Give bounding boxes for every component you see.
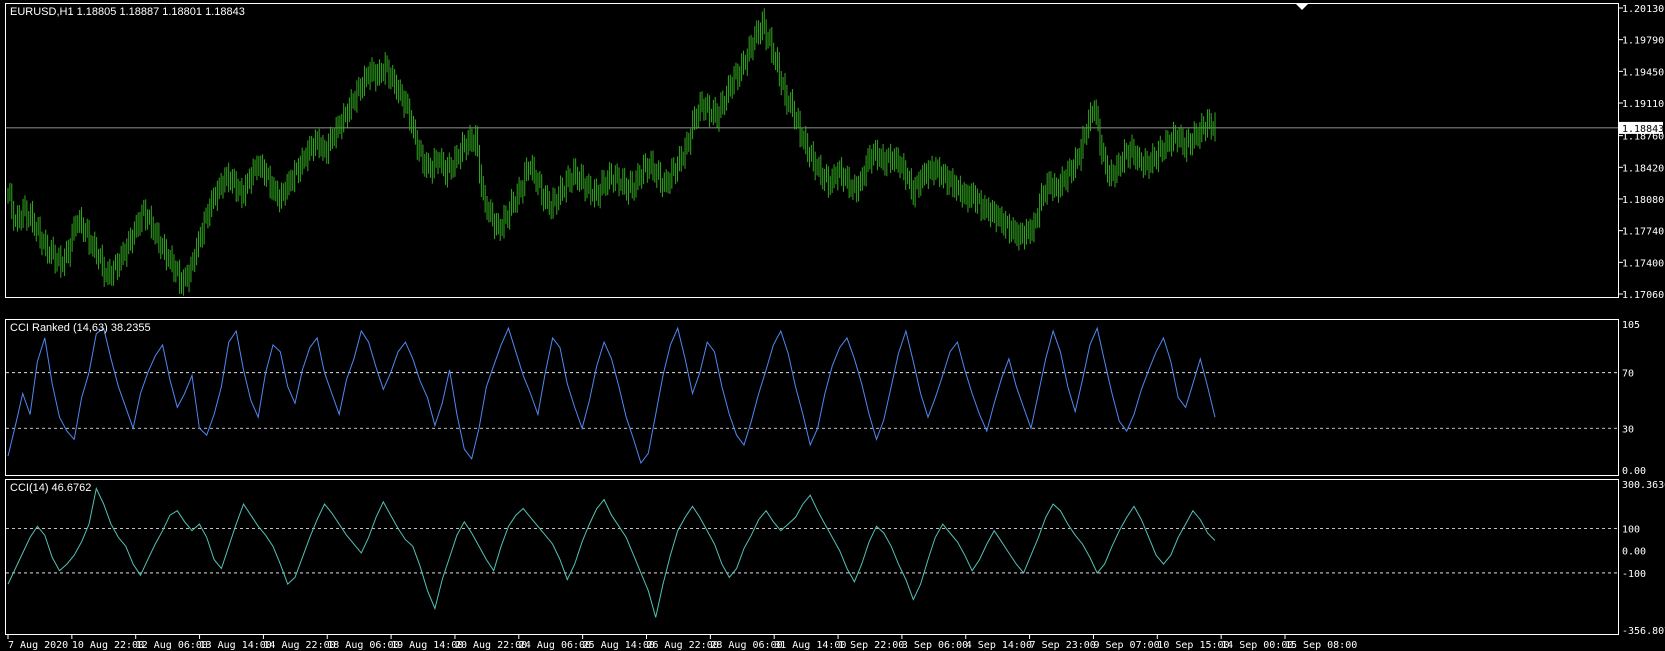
current-price-label: 1.18843 (1622, 124, 1664, 135)
time-tick-label: 10 Aug 22:00 (72, 640, 144, 651)
time-tick-label: 4 Sep 14:00 (966, 640, 1032, 651)
time-tick-label: 13 Aug 14:00 (200, 640, 272, 651)
osc-tick-label: -100 (1622, 569, 1646, 580)
osc-tick-label: 100 (1622, 525, 1640, 536)
cci-ranked-title: CCI Ranked (14,63) 38.2355 (10, 322, 151, 334)
price-tick-label: 1.18420 (1622, 163, 1664, 174)
time-tick-label: 7 Aug 2020 (8, 640, 68, 651)
symbol-header: EURUSD,H1 1.18805 1.18887 1.18801 1.1884… (10, 6, 245, 18)
osc-tick-label: 105 (1622, 320, 1640, 331)
time-tick-label: 3 Sep 06:00 (902, 640, 968, 651)
time-tick-label: 7 Sep 23:00 (1030, 640, 1096, 651)
price-tick-label: 1.18080 (1622, 195, 1664, 206)
time-tick-label: 18 Aug 06:00 (327, 640, 399, 651)
osc-tick-label: 30 (1622, 424, 1634, 435)
price-tick-label: 1.19110 (1622, 99, 1664, 110)
time-tick-label: 26 Aug 22:00 (647, 640, 719, 651)
time-tick-label: 20 Aug 22:00 (455, 640, 527, 651)
price-tick-label: 1.17740 (1622, 227, 1664, 238)
chart-canvas[interactable]: EURUSD,H1 1.18805 1.18887 1.18801 1.1884… (0, 0, 1665, 651)
price-tick-label: 1.19450 (1622, 67, 1664, 78)
price-tick-label: 1.20130 (1622, 4, 1664, 15)
time-tick-label: 19 Aug 14:00 (391, 640, 463, 651)
cci-title: CCI(14) 46.6762 (10, 482, 91, 494)
time-tick-label: 14 Sep 00:00 (1221, 640, 1293, 651)
osc-tick-label: -356.8078 (1622, 626, 1665, 637)
time-tick-label: 9 Sep 07:00 (1093, 640, 1159, 651)
osc-tick-label: 0.00 (1622, 547, 1646, 558)
osc-tick-label: 300.3636 (1622, 480, 1665, 491)
osc-tick-label: 70 (1622, 369, 1634, 380)
price-tick-label: 1.19790 (1622, 36, 1664, 47)
time-tick-label: 10 Sep 15:00 (1157, 640, 1229, 651)
time-tick-label: 1 Sep 22:00 (838, 640, 904, 651)
time-tick-label: 31 Aug 14:00 (774, 640, 846, 651)
time-tick-label: 25 Aug 14:00 (583, 640, 655, 651)
time-tick-label: 15 Sep 08:00 (1285, 640, 1357, 651)
price-tick-label: 1.17400 (1622, 258, 1664, 269)
time-tick-label: 24 Aug 06:00 (519, 640, 591, 651)
price-tick-label: 1.17060 (1622, 290, 1664, 301)
osc-tick-label: 0.00 (1622, 466, 1646, 477)
time-tick-label: 14 Aug 22:00 (263, 640, 335, 651)
time-tick-label: 28 Aug 06:00 (710, 640, 782, 651)
time-tick-label: 12 Aug 06:00 (136, 640, 208, 651)
